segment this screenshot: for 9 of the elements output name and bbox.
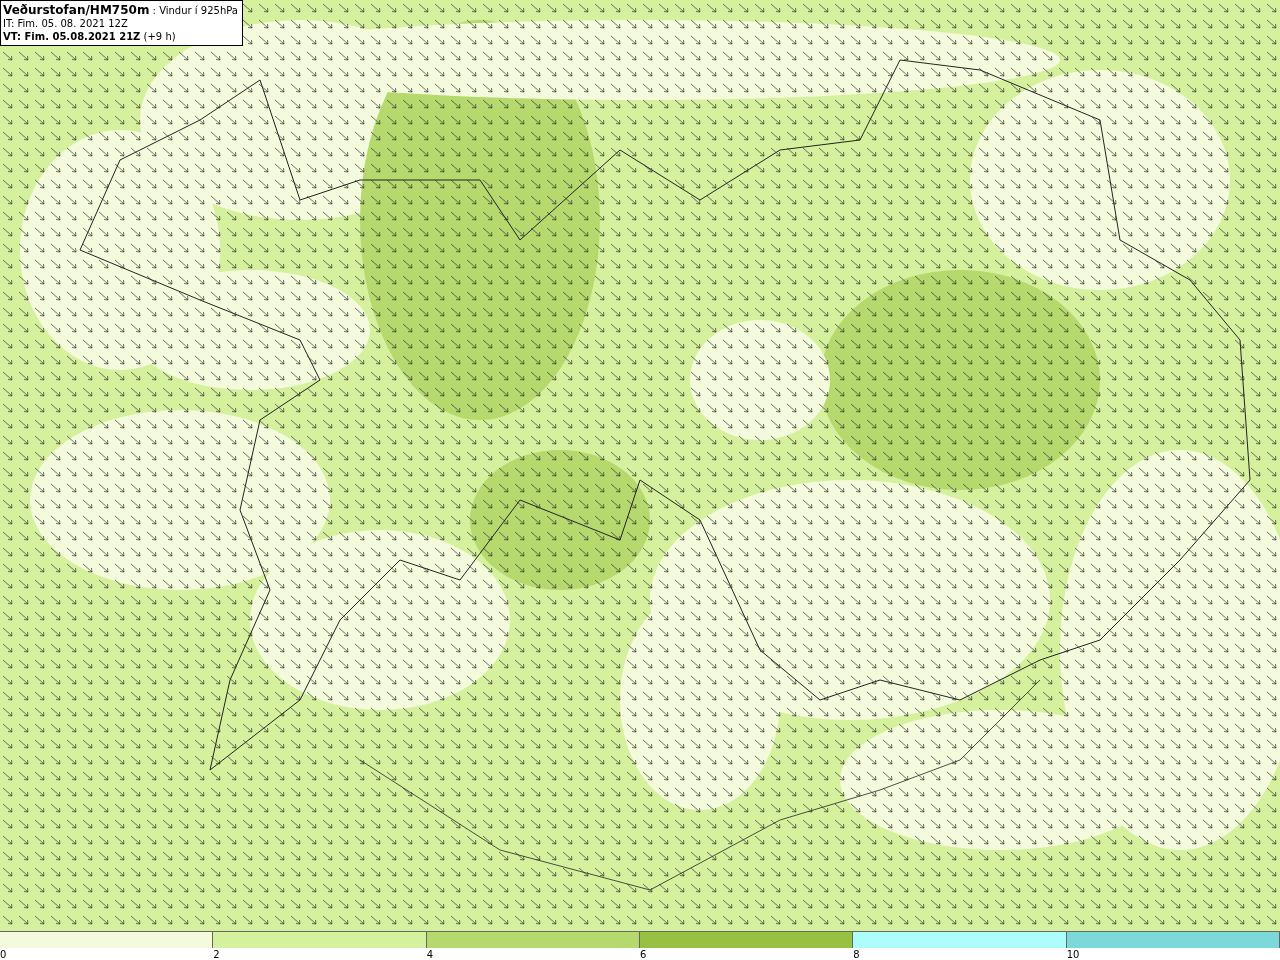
legend-label: 4 — [426, 949, 434, 960]
legend-label: 6 — [640, 949, 647, 960]
map-title: Veðurstofan/HM750m : Vindur í 925hPa — [3, 4, 238, 17]
legend-label: 8 — [853, 949, 860, 960]
legend-label: 10 — [1066, 949, 1080, 960]
valid-time: VT: Fim. 05.08.2021 21Z (+9 h) — [3, 30, 177, 43]
legend-label: 2 — [213, 949, 220, 960]
issue-time: IT: Fim. 05. 08. 2021 12Z — [3, 17, 129, 30]
legend-label: 0 — [0, 949, 7, 960]
